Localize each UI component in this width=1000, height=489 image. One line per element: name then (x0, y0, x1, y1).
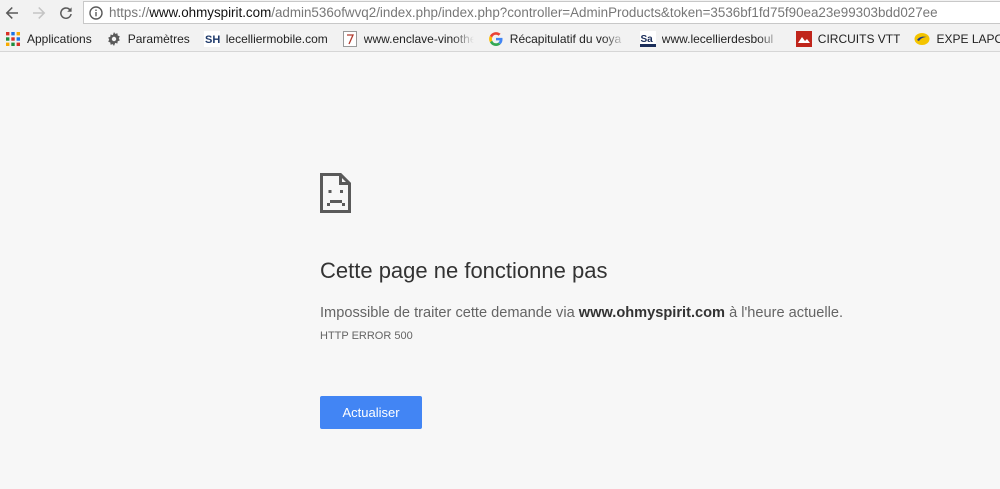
reload-icon (60, 7, 72, 20)
info-icon[interactable] (88, 5, 104, 21)
bookmark-label: Récapitulatif du voya (509, 32, 622, 46)
red-favicon (795, 31, 812, 47)
error-host: www.ohmyspirit.com (578, 305, 726, 321)
svg-text:Sa: Sa (640, 34, 653, 45)
url-text: https://www.ohmyspirit.com/admin536ofwvq… (109, 5, 938, 20)
bookmark-enclave-vinotheque[interactable]: www.enclave-vinothe (337, 29, 477, 49)
back-button[interactable] (2, 3, 22, 23)
bookmark-recapitulatif[interactable]: Récapitulatif du voya (483, 29, 629, 49)
bookmark-label: EXPE LAPOSTE (936, 32, 1000, 46)
reload-toolbar-button[interactable] (56, 3, 76, 23)
bookmark-label: lecelliermobile.com (225, 32, 328, 46)
bookmark-lecelliermobile[interactable]: SH lecelliermobile.com (199, 29, 331, 49)
arrow-left-icon (5, 7, 18, 19)
bookmark-label: CIRCUITS VTT (817, 32, 901, 46)
url-host: www.ohmyspirit.com (149, 5, 272, 20)
bookmark-lecellierdesboulevards[interactable]: Sa www.lecellierdesboul (635, 29, 785, 49)
google-icon (488, 31, 504, 47)
error-page: Cette page ne fonctionne pas Impossible … (0, 52, 1000, 489)
bookmark-expe-laposte[interactable]: EXPE LAPOSTE (909, 29, 1000, 49)
bookmark-label: www.lecellierdesboul (661, 32, 774, 46)
forward-button[interactable] (29, 3, 49, 23)
bookmark-label: Paramètres (127, 32, 190, 46)
bookmark-applications[interactable]: Applications (0, 29, 95, 49)
sad-page-icon (320, 173, 351, 213)
error-message-start: Impossible de traiter cette demande via (320, 305, 579, 321)
bookmark-label: Applications (27, 32, 92, 46)
error-title: Cette page ne fonctionne pas (320, 258, 608, 283)
url-scheme: https:// (109, 5, 150, 20)
svg-text:SH: SH (205, 34, 220, 46)
bookmark-parametres[interactable]: Paramètres (101, 29, 193, 49)
arrow-right-icon (33, 7, 46, 19)
url-path: /admin536ofwvq2/index.php/index.php?cont… (271, 5, 938, 20)
bookmarks-bar: Applications Paramètres SH lecelliermobi… (0, 27, 1000, 52)
error-message: Impossible de traiter cette demande via … (320, 305, 843, 321)
address-bar[interactable]: https://www.ohmyspirit.com/admin536ofwvq… (83, 1, 1000, 24)
apps-grid-icon (5, 31, 21, 47)
bookmark-label: www.enclave-vinothe (363, 32, 474, 46)
page-favicon (342, 31, 358, 47)
browser-toolbar: https://www.ohmyspirit.com/admin536ofwvq… (0, 0, 1000, 27)
site-favicon: SH (203, 31, 220, 47)
bookmark-circuits-vtt[interactable]: CIRCUITS VTT (791, 29, 904, 49)
site-favicon: Sa (639, 31, 656, 47)
error-code: HTTP ERROR 500 (320, 330, 413, 342)
actualiser-button[interactable]: Actualiser (320, 396, 422, 429)
gear-icon (106, 31, 122, 47)
laposte-icon (914, 31, 930, 47)
error-message-end: à l'heure actuelle. (725, 305, 844, 321)
